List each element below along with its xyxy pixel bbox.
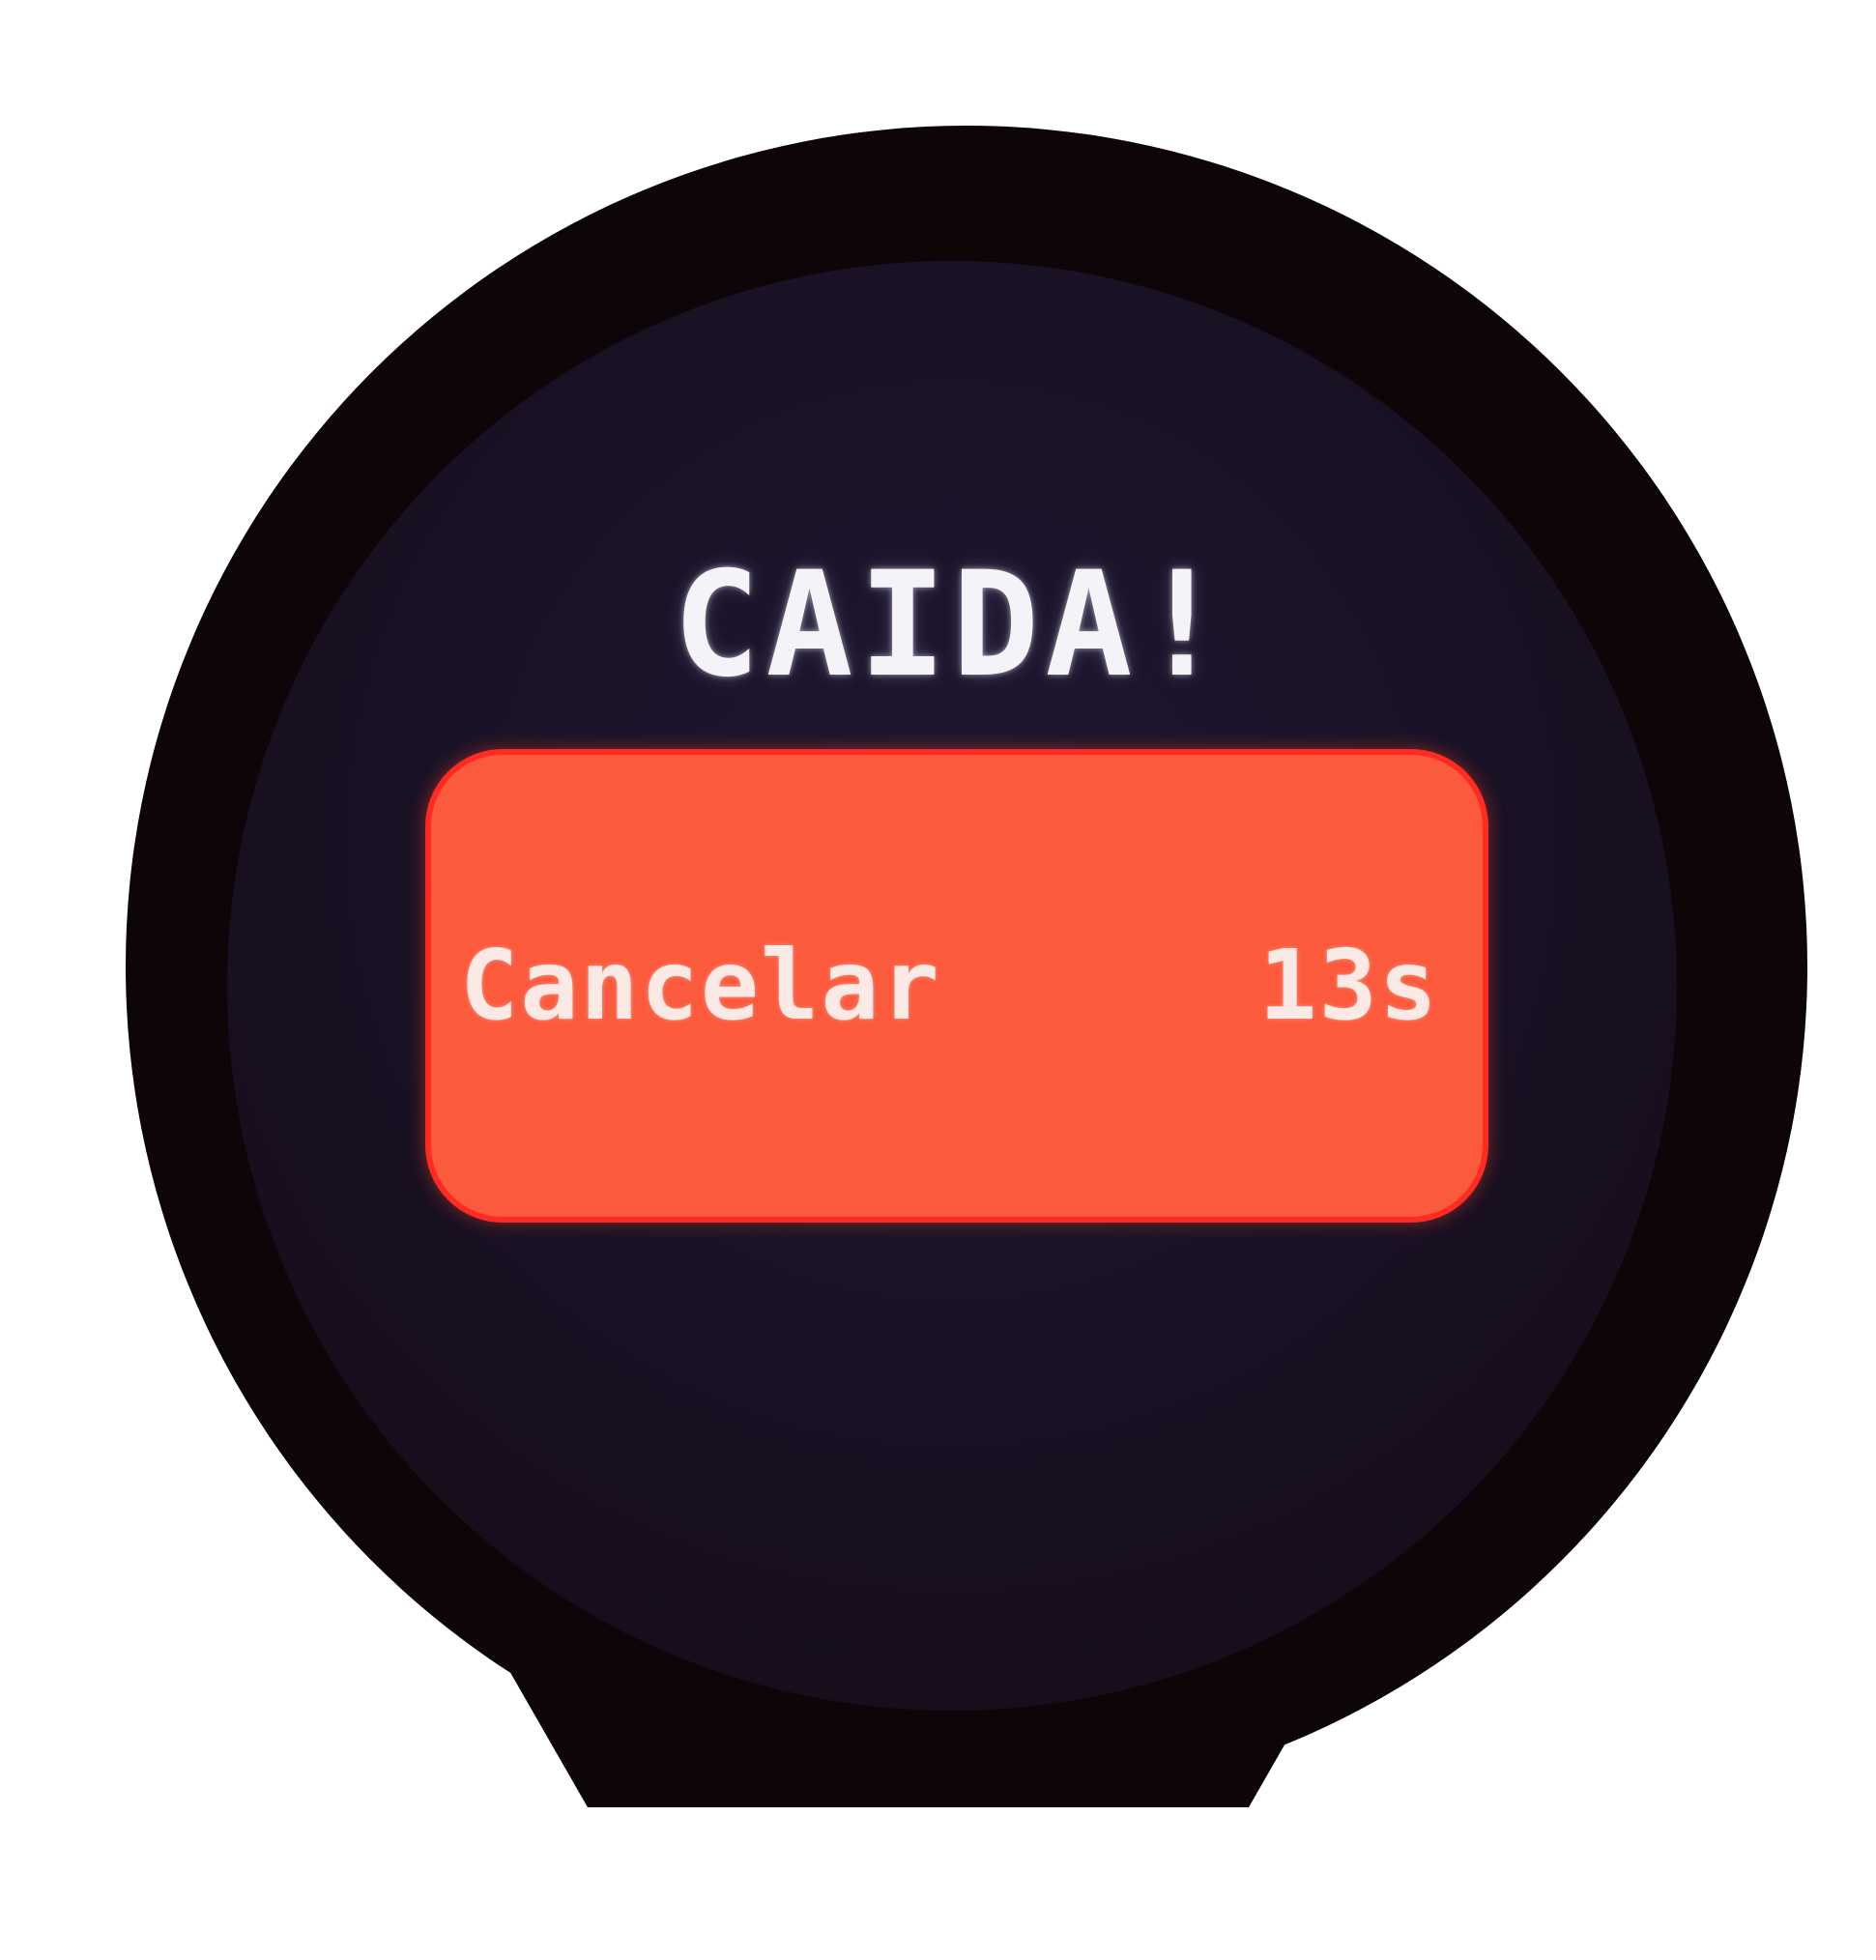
cancel-button[interactable]: Cancelar 13s [425, 749, 1488, 1223]
fall-alert-title: CAIDA! [673, 541, 1231, 709]
countdown-timer: 13s [1258, 929, 1439, 1042]
round-display: CAIDA! Cancelar 13s [227, 261, 1677, 1711]
photo-background: CAIDA! Cancelar 13s [0, 0, 1876, 1960]
cancel-button-label: Cancelar [460, 929, 941, 1042]
